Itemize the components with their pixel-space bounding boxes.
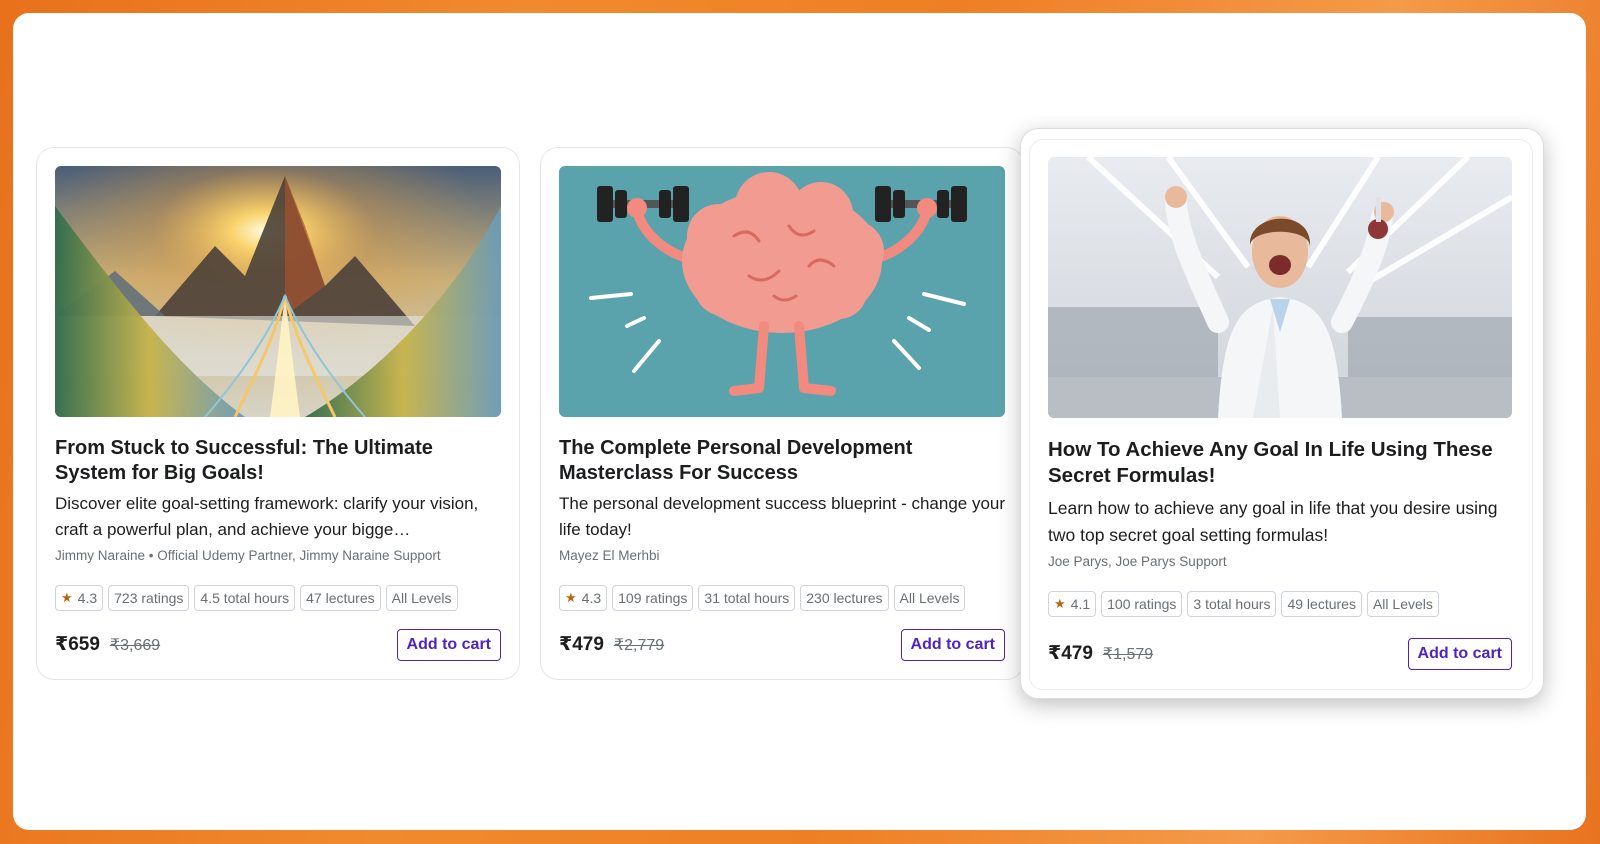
original-price: ₹3,669 bbox=[109, 637, 161, 654]
course-card[interactable]: From Stuck to Successful: The Ultimate S… bbox=[36, 147, 520, 680]
level-badge: All Levels bbox=[893, 585, 966, 611]
course-meta-badges: ★ 4.3 109 ratings 31 total hours 230 lect… bbox=[559, 585, 966, 611]
add-to-cart-button[interactable]: Add to cart bbox=[900, 629, 1005, 661]
course-thumbnail[interactable] bbox=[1048, 157, 1512, 418]
course-meta-badges: ★ 4.3 723 ratings 4.5 total hours 47 lect… bbox=[55, 585, 458, 611]
course-description: Learn how to achieve any goal in life th… bbox=[1048, 498, 1498, 545]
ratings-count-badge: 723 ratings bbox=[108, 585, 190, 611]
course-meta-badges: ★ 4.1 100 ratings 3 total hours 49 lectur… bbox=[1048, 591, 1439, 617]
ratings-count-badge: 100 ratings bbox=[1101, 591, 1183, 617]
hours-badge: 3 total hours bbox=[1187, 591, 1277, 617]
ratings-count-badge: 109 ratings bbox=[612, 585, 694, 611]
rating-value: 4.1 bbox=[1070, 596, 1091, 612]
star-icon: ★ bbox=[1054, 596, 1066, 611]
original-price: ₹1,579 bbox=[1102, 646, 1154, 663]
rating-badge: ★ 4.1 bbox=[1048, 591, 1097, 617]
star-icon: ★ bbox=[565, 590, 577, 605]
lectures-badge: 47 lectures bbox=[300, 585, 381, 611]
course-description: Discover elite goal-setting framework: c… bbox=[55, 494, 479, 539]
course-description: The personal development success bluepri… bbox=[559, 494, 1006, 539]
course-instructors: Mayez El Merhbi bbox=[559, 548, 660, 563]
course-card[interactable]: The Complete Personal Development Master… bbox=[540, 147, 1024, 680]
rating-badge: ★ 4.3 bbox=[559, 585, 608, 611]
price-row: ₹479 ₹1,579 bbox=[1048, 642, 1153, 665]
current-price: ₹479 bbox=[559, 634, 604, 655]
hours-badge: 4.5 total hours bbox=[194, 585, 296, 611]
lectures-badge: 230 lectures bbox=[800, 585, 889, 611]
current-price: ₹659 bbox=[55, 634, 100, 655]
hours-badge: 31 total hours bbox=[698, 585, 796, 611]
course-title[interactable]: How To Achieve Any Goal In Life Using Th… bbox=[1048, 437, 1518, 489]
add-to-cart-button[interactable]: Add to cart bbox=[1407, 638, 1512, 670]
level-badge: All Levels bbox=[1366, 591, 1439, 617]
add-to-cart-button[interactable]: Add to cart bbox=[396, 629, 501, 661]
current-price: ₹479 bbox=[1048, 643, 1093, 664]
course-instructors: Jimmy Naraine • Official Udemy Partner, … bbox=[55, 548, 441, 563]
rating-value: 4.3 bbox=[581, 590, 602, 606]
level-badge: All Levels bbox=[385, 585, 458, 611]
lectures-badge: 49 lectures bbox=[1281, 591, 1362, 617]
course-thumbnail[interactable] bbox=[55, 166, 501, 417]
star-icon: ★ bbox=[61, 590, 73, 605]
price-row: ₹659 ₹3,669 bbox=[55, 633, 160, 656]
course-title[interactable]: From Stuck to Successful: The Ultimate S… bbox=[55, 436, 495, 486]
original-price: ₹2,779 bbox=[613, 637, 665, 654]
course-title[interactable]: The Complete Personal Development Master… bbox=[559, 436, 999, 486]
course-card-hovered[interactable]: How To Achieve Any Goal In Life Using Th… bbox=[1020, 128, 1544, 699]
price-row: ₹479 ₹2,779 bbox=[559, 633, 664, 656]
course-thumbnail[interactable] bbox=[559, 166, 1005, 417]
course-instructors: Joe Parys, Joe Parys Support bbox=[1048, 554, 1227, 569]
rating-value: 4.3 bbox=[77, 590, 98, 606]
rating-badge: ★ 4.3 bbox=[55, 585, 104, 611]
